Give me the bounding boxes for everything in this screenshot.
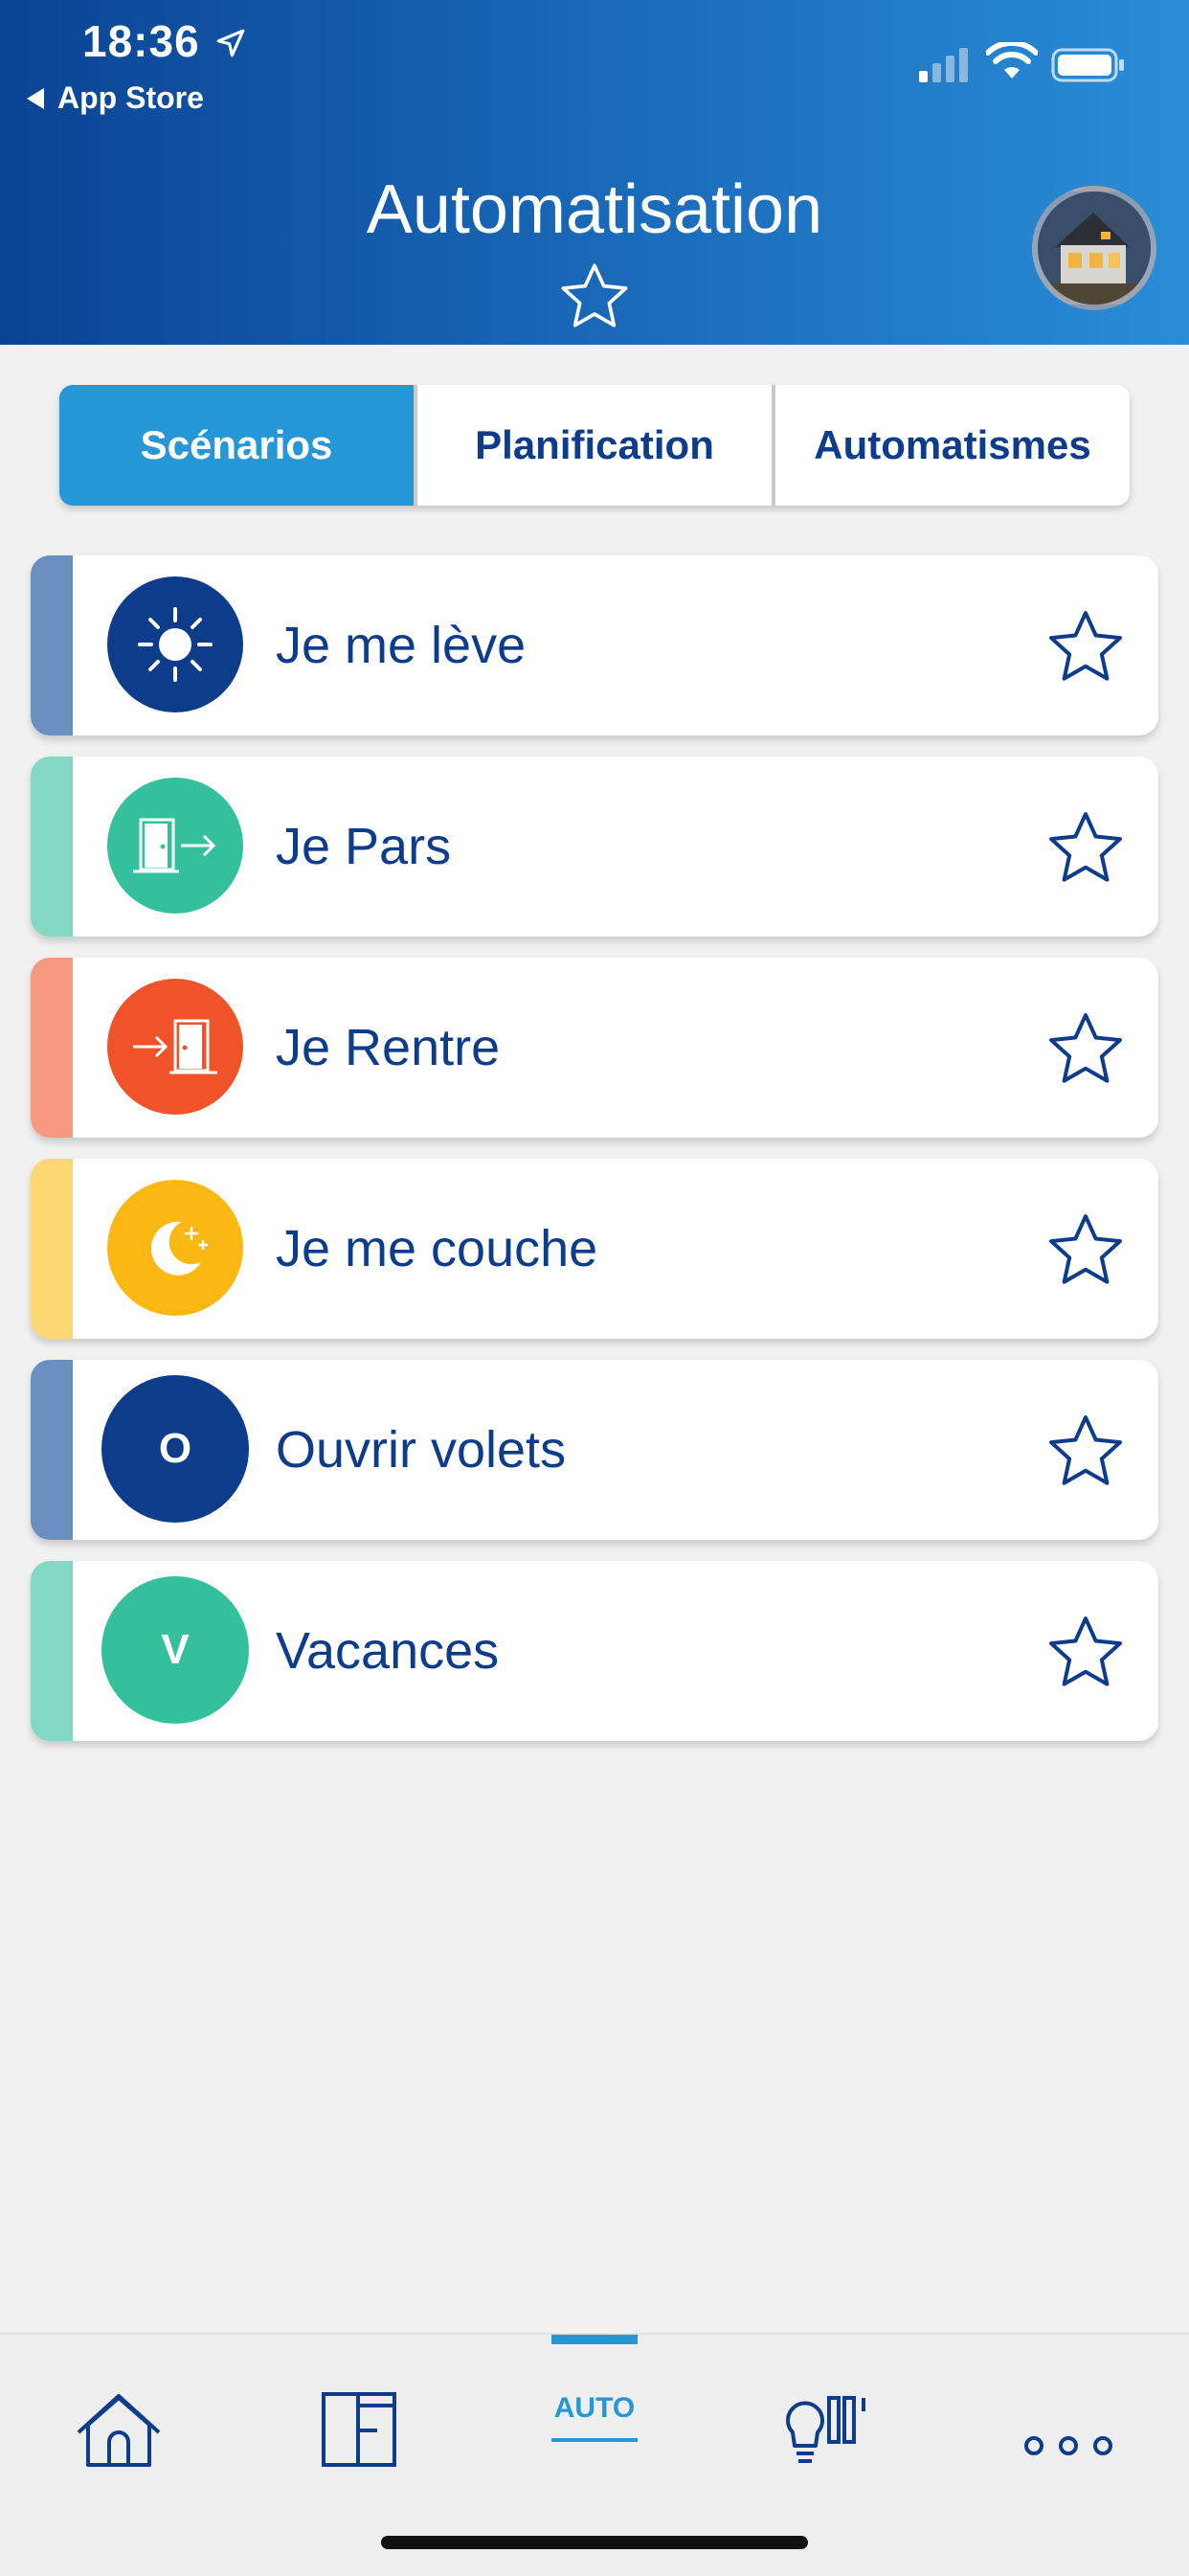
- app-header: 18:36 App Store Automatisation: [0, 0, 1189, 345]
- segment-tabs: Scénarios Planification Automatismes: [59, 385, 1130, 506]
- scenario-label: Je Rentre: [276, 1019, 501, 1076]
- favorite-star-icon[interactable]: [1042, 806, 1130, 891]
- scenario-row-je-me-couche[interactable]: Je me couche: [31, 1159, 1158, 1339]
- tab-auto[interactable]: AUTO: [551, 2392, 638, 2425]
- scenario-row-je-pars[interactable]: Je Pars: [31, 757, 1158, 937]
- row-color-bar: [31, 1360, 73, 1540]
- letter-avatar: O: [101, 1375, 249, 1523]
- scenario-row-je-me-leve[interactable]: Je me lève: [31, 555, 1158, 735]
- cellular-signal-icon: [919, 48, 968, 82]
- active-tab-underline: [551, 2438, 638, 2442]
- scenario-row-vacances[interactable]: V Vacances: [31, 1561, 1158, 1741]
- tab-planification[interactable]: Planification: [414, 385, 772, 506]
- favorite-star-icon[interactable]: [1042, 1611, 1130, 1695]
- favorite-star-icon[interactable]: [1042, 1007, 1130, 1092]
- scenario-row-je-rentre[interactable]: Je Rentre: [31, 958, 1158, 1138]
- page-title: Automatisation: [366, 171, 823, 248]
- door-enter-icon: [107, 979, 243, 1115]
- letter-avatar-text: V: [161, 1626, 190, 1673]
- status-time: 18:36: [82, 16, 200, 66]
- wifi-icon: [986, 42, 1038, 79]
- row-color-bar: [31, 1561, 73, 1741]
- row-color-bar: [31, 555, 73, 735]
- more-icon[interactable]: [1001, 2373, 1135, 2478]
- scenario-label: Je me couche: [276, 1220, 598, 1277]
- sun-icon: [107, 576, 243, 712]
- scenario-label: Ouvrir volets: [276, 1421, 567, 1479]
- back-to-app-store-link[interactable]: App Store: [27, 80, 204, 116]
- letter-avatar-text: O: [158, 1425, 192, 1472]
- scenario-label: Vacances: [276, 1622, 500, 1680]
- favorite-star-icon[interactable]: [555, 259, 634, 335]
- home-icon[interactable]: [52, 2373, 186, 2478]
- letter-avatar: V: [101, 1576, 249, 1724]
- location-arrow-icon: [216, 29, 245, 57]
- battery-icon: [1051, 48, 1124, 82]
- back-link-label: App Store: [57, 80, 204, 115]
- favorite-star-icon[interactable]: [1042, 605, 1130, 689]
- back-arrow-icon: [27, 87, 44, 109]
- row-color-bar: [31, 757, 73, 937]
- moon-icon: [107, 1180, 243, 1316]
- house-photo-icon: [1038, 192, 1151, 305]
- floorplan-icon[interactable]: [291, 2373, 425, 2478]
- active-tab-indicator: [551, 2335, 638, 2344]
- tab-scenarios[interactable]: Scénarios: [59, 385, 414, 506]
- lighting-shutters-icon[interactable]: [764, 2373, 898, 2478]
- scenario-label: Je me lève: [276, 617, 527, 674]
- scenario-row-ouvrir-volets[interactable]: O Ouvrir volets: [31, 1360, 1158, 1540]
- home-avatar[interactable]: [1032, 186, 1156, 310]
- row-color-bar: [31, 1159, 73, 1339]
- scenario-label: Je Pars: [276, 818, 452, 875]
- favorite-star-icon[interactable]: [1042, 1410, 1130, 1494]
- favorite-star-icon[interactable]: [1042, 1209, 1130, 1293]
- door-exit-icon: [107, 778, 243, 914]
- home-indicator: [381, 2536, 808, 2549]
- tab-automatismes[interactable]: Automatismes: [772, 385, 1130, 506]
- row-color-bar: [31, 958, 73, 1138]
- scenario-list: Je me lève Je Pars Je Rentre Je me couch…: [31, 555, 1158, 1762]
